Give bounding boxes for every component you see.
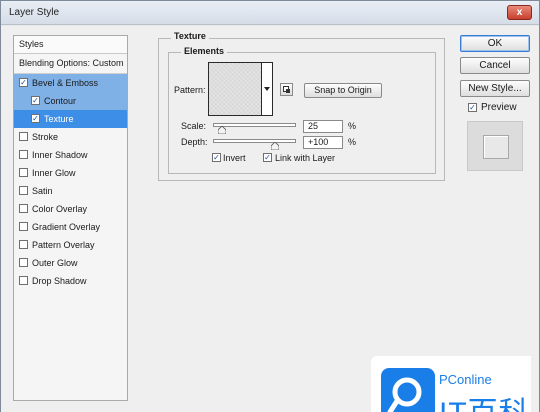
checkbox-inner-glow[interactable] (19, 168, 28, 177)
watermark-brand: PConline (439, 372, 492, 387)
link-with-layer-label: Link with Layer (275, 153, 336, 163)
style-item-label: Bevel & Emboss (32, 78, 99, 88)
depth-slider[interactable] (213, 139, 296, 143)
blending-options-item[interactable]: Blending Options: Custom (14, 54, 127, 74)
style-preview (467, 121, 523, 171)
style-item-label: Gradient Overlay (32, 222, 101, 232)
style-item-label: Drop Shadow (32, 276, 87, 286)
style-item-drop-shadow[interactable]: Drop Shadow (14, 272, 127, 290)
style-item-label: Texture (44, 114, 74, 124)
pattern-label: Pattern: (174, 85, 206, 95)
snap-to-origin-button[interactable]: Snap to Origin (304, 83, 382, 98)
preview-label: Preview (481, 102, 517, 113)
style-item-stroke[interactable]: Stroke (14, 128, 127, 146)
style-item-contour[interactable]: ✓ Contour (14, 92, 127, 110)
preview-checkbox[interactable]: ✓ (468, 103, 477, 112)
cancel-button[interactable]: Cancel (460, 57, 530, 74)
style-item-label: Inner Glow (32, 168, 76, 178)
new-style-button[interactable]: New Style... (460, 80, 530, 97)
style-item-inner-shadow[interactable]: Inner Shadow (14, 146, 127, 164)
checkbox-drop-shadow[interactable] (19, 276, 28, 285)
invert-checkbox[interactable]: ✓ (212, 153, 221, 162)
watermark-title: IT百科 (439, 388, 530, 412)
scale-label: Scale: (181, 121, 207, 131)
invert-label: Invert (223, 153, 246, 163)
checkbox-texture[interactable]: ✓ (31, 114, 40, 123)
texture-section-title: Texture (171, 31, 209, 41)
depth-unit: % (348, 137, 357, 147)
checkbox-color-overlay[interactable] (19, 204, 28, 213)
style-item-label: Inner Shadow (32, 150, 88, 160)
style-item-color-overlay[interactable]: Color Overlay (14, 200, 127, 218)
close-button[interactable]: x (507, 5, 532, 20)
checkbox-bevel-emboss[interactable]: ✓ (19, 78, 28, 87)
depth-input[interactable]: +100 (303, 136, 343, 149)
style-item-label: Color Overlay (32, 204, 88, 214)
style-item-label: Stroke (32, 132, 59, 142)
style-item-bevel-emboss[interactable]: ✓ Bevel & Emboss (14, 74, 127, 92)
corner-icon (286, 89, 290, 93)
link-with-layer-checkbox[interactable]: ✓ (263, 153, 272, 162)
new-preset-from-pattern-button[interactable] (280, 83, 293, 96)
checkbox-satin[interactable] (19, 186, 28, 195)
checkbox-outer-glow[interactable] (19, 258, 28, 267)
depth-label: Depth: (181, 137, 208, 147)
style-item-inner-glow[interactable]: Inner Glow (14, 164, 127, 182)
styles-list: Styles Blending Options: Custom ✓ Bevel … (13, 35, 128, 401)
checkbox-stroke[interactable] (19, 132, 28, 141)
style-item-pattern-overlay[interactable]: Pattern Overlay (14, 236, 127, 254)
scale-input[interactable]: 25 (303, 120, 343, 133)
checkbox-gradient-overlay[interactable] (19, 222, 28, 231)
checkbox-contour[interactable]: ✓ (31, 96, 40, 105)
style-item-outer-glow[interactable]: Outer Glow (14, 254, 127, 272)
style-item-label: Pattern Overlay (32, 240, 95, 250)
preview-swatch (483, 135, 509, 159)
scale-unit: % (348, 121, 357, 131)
layer-style-dialog: Layer Style x Styles Blending Options: C… (0, 0, 540, 412)
elements-section-title: Elements (181, 46, 228, 56)
pconline-watermark: PConline IT百科 (371, 356, 531, 412)
pattern-swatch[interactable] (208, 62, 262, 116)
pconline-logo-icon (381, 368, 435, 412)
dialog-body: Styles Blending Options: Custom ✓ Bevel … (1, 26, 539, 412)
ok-button[interactable]: OK (460, 35, 530, 52)
style-item-label: Outer Glow (32, 258, 78, 268)
style-item-label: Satin (32, 186, 53, 196)
style-item-label: Contour (44, 96, 77, 106)
style-item-texture[interactable]: ✓ Texture (14, 110, 127, 128)
scale-slider-thumb[interactable] (218, 126, 226, 134)
pattern-picker-arrow[interactable] (262, 62, 273, 116)
checkbox-pattern-overlay[interactable] (19, 240, 28, 249)
style-item-gradient-overlay[interactable]: Gradient Overlay (14, 218, 127, 236)
style-item-satin[interactable]: Satin (14, 182, 127, 200)
title-bar[interactable]: Layer Style x (1, 1, 539, 25)
checkbox-inner-shadow[interactable] (19, 150, 28, 159)
window-title: Layer Style (9, 7, 60, 18)
styles-header[interactable]: Styles (14, 36, 127, 54)
depth-slider-thumb[interactable] (271, 142, 279, 150)
